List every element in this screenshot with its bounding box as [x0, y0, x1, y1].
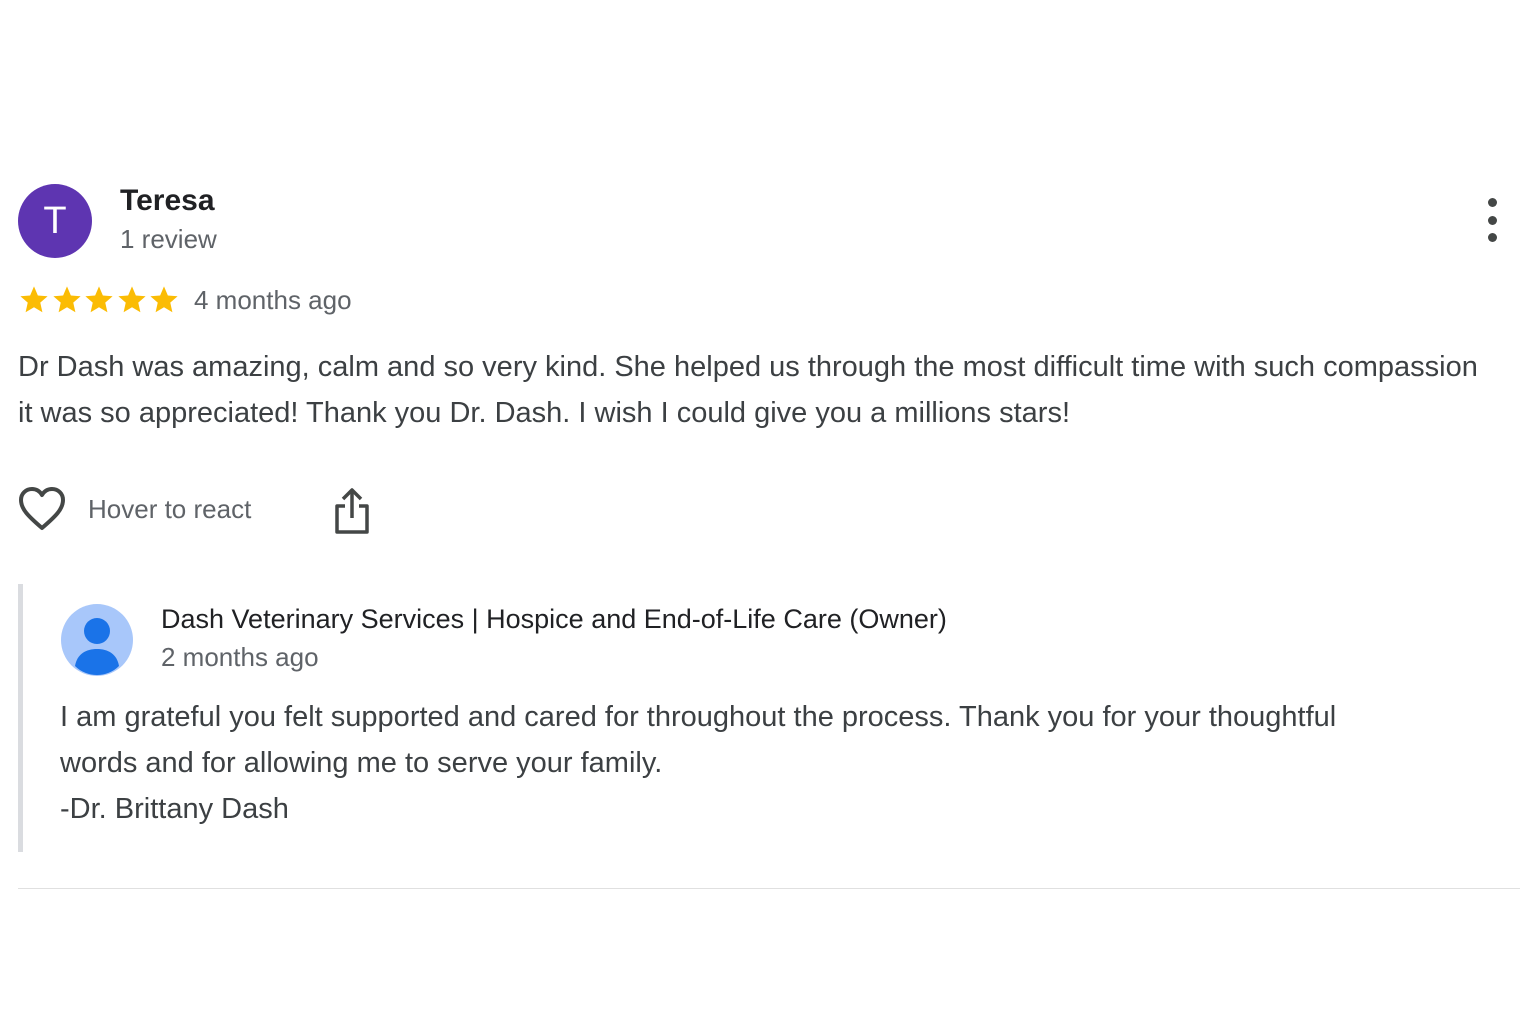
review-date: 4 months ago — [194, 285, 352, 315]
star-icon — [85, 286, 113, 313]
share-icon — [335, 488, 369, 534]
more-options-button[interactable] — [1476, 198, 1508, 242]
review-card: T Teresa 1 review 4 months ago Dr Dash w… — [18, 0, 1520, 1024]
reviewer-review-count: 1 review — [120, 224, 217, 254]
reviewer-name[interactable]: Teresa — [120, 184, 215, 218]
owner-reply-line: I am grateful you felt supported and car… — [60, 701, 1337, 733]
star-icon — [117, 286, 146, 313]
star-rating — [18, 284, 181, 318]
share-button[interactable] — [332, 486, 372, 536]
owner-name: Dash Veterinary Services | Hospice and E… — [161, 604, 947, 634]
owner-reply: Dash Veterinary Services | Hospice and E… — [18, 584, 1513, 852]
owner-reply-date: 2 months ago — [161, 642, 319, 672]
more-vert-icon-dot — [1487, 198, 1497, 207]
owner-avatar — [61, 604, 133, 676]
review-divider — [18, 888, 1520, 889]
reviewer-avatar[interactable]: T — [18, 184, 92, 258]
person-icon — [61, 604, 133, 676]
star-icon — [20, 286, 48, 313]
react-button[interactable] — [18, 486, 66, 532]
more-vert-icon-dot — [1487, 233, 1497, 242]
heart-icon — [19, 487, 65, 530]
more-vert-icon-dot — [1487, 215, 1497, 225]
owner-reply-text: I am grateful you felt supported and car… — [60, 694, 1510, 832]
owner-reply-line: -Dr. Brittany Dash — [60, 793, 289, 825]
owner-reply-line: words and for allowing me to serve your … — [60, 747, 663, 779]
react-label: Hover to react — [88, 494, 252, 524]
star-icon — [150, 286, 178, 313]
review-text: Dr Dash was amazing, calm and so very ki… — [18, 351, 1478, 429]
star-icon — [52, 286, 81, 313]
